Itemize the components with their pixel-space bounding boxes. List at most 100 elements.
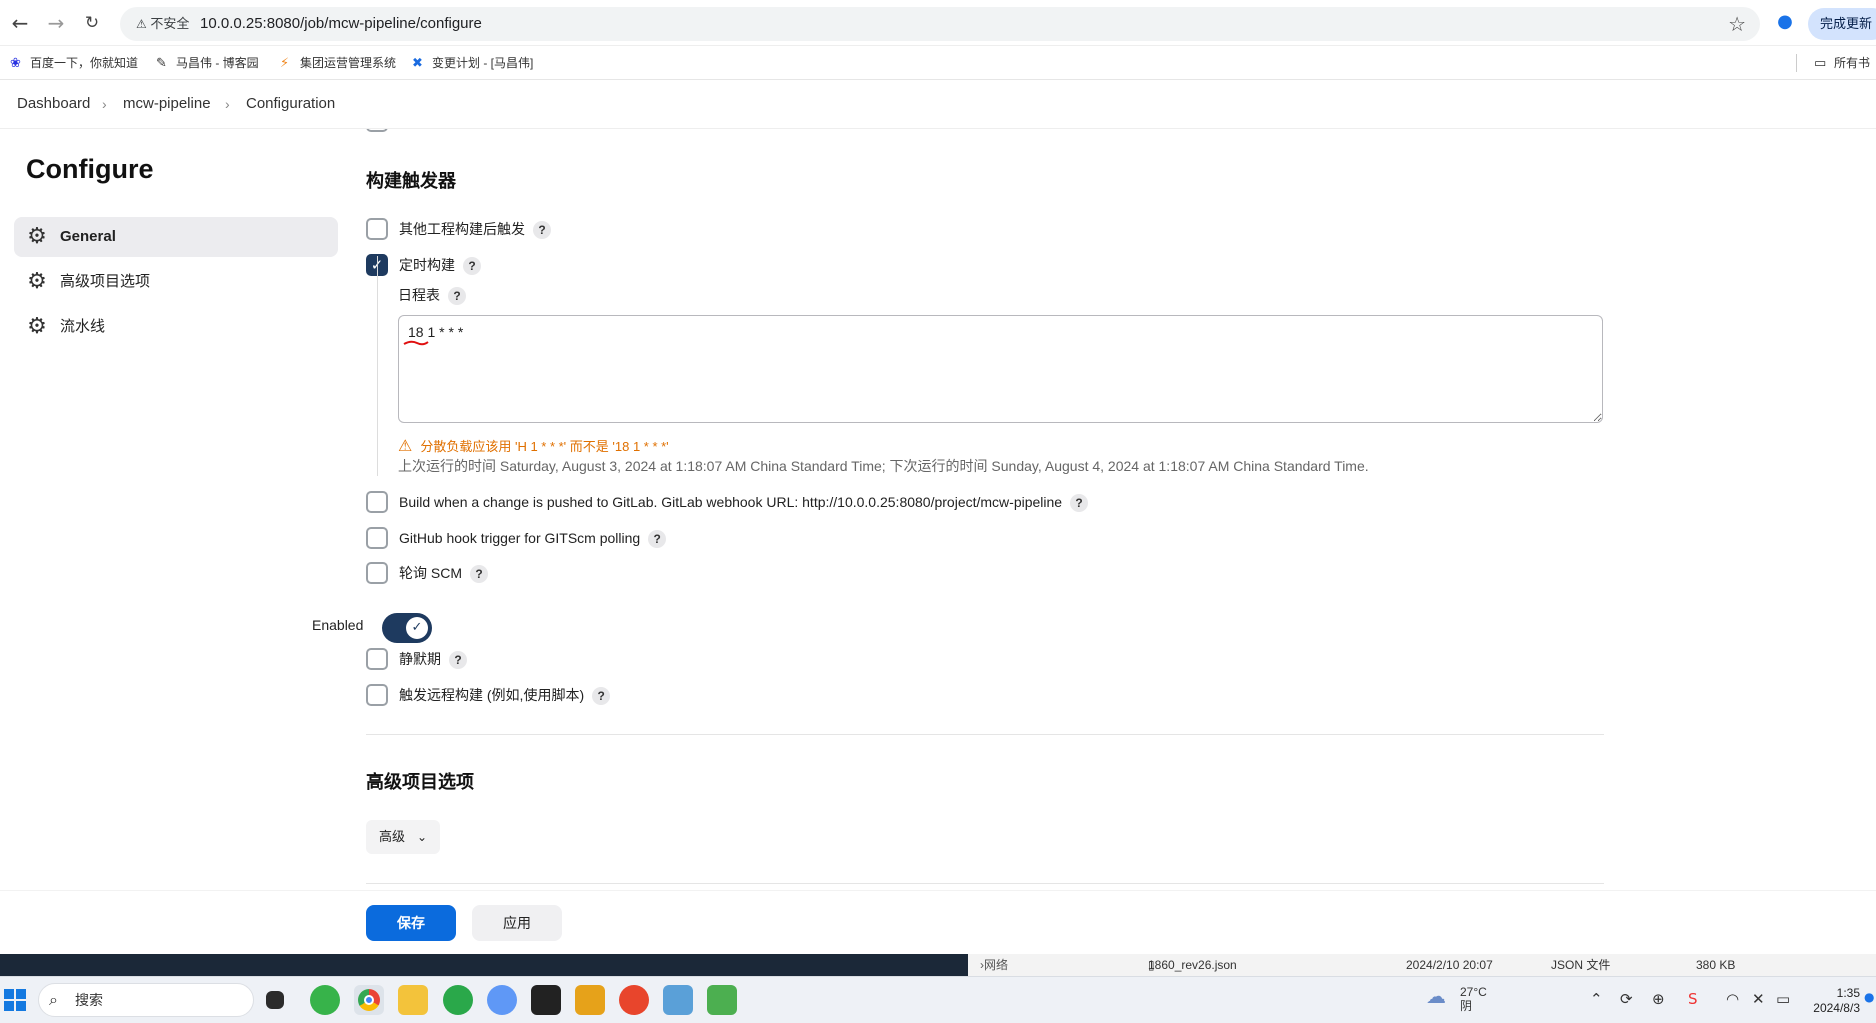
terminal-icon[interactable] xyxy=(531,985,561,1015)
bottom-action-bar: 保存 应用 xyxy=(0,890,1876,954)
help-icon[interactable]: ? xyxy=(1070,494,1089,513)
sogou-icon[interactable]: S xyxy=(1688,990,1698,1008)
save-button[interactable]: 保存 xyxy=(366,905,456,941)
tree-network-item[interactable]: › 网络 xyxy=(980,954,1008,976)
reload-icon[interactable]: ↻ xyxy=(79,10,105,36)
chevron-right-icon: › xyxy=(225,96,230,112)
scm-checkbox[interactable] xyxy=(366,562,388,584)
periodic-label: 定时构建 xyxy=(399,257,455,273)
bookmark-label: 百度一下，你就知道 xyxy=(30,56,139,70)
search-icon: ⌕ xyxy=(49,990,58,1009)
enabled-label: Enabled xyxy=(312,617,364,633)
breadcrumb-job[interactable]: mcw-pipeline xyxy=(123,80,211,128)
annotation-underline xyxy=(403,340,429,346)
all-bookmarks[interactable]: ▭ 所有书 xyxy=(1814,46,1870,80)
insecure-label: 不安全 xyxy=(150,16,190,31)
file-date: 2024/2/10 20:07 xyxy=(1406,958,1493,972)
nested-indent-line xyxy=(377,256,378,476)
battery-icon[interactable]: ▭ xyxy=(1776,990,1790,1008)
chrome-icon[interactable] xyxy=(354,985,384,1015)
bookmarks-bar: ❀ 百度一下，你就知道 ✎ 马昌伟 - 博客园 ⚡ 集团运营管理系统 ✖ 变更计划 - … xyxy=(0,46,1876,80)
sync-icon[interactable]: ⟳ xyxy=(1620,990,1633,1008)
help-icon[interactable]: ? xyxy=(448,287,466,306)
help-icon[interactable]: ? xyxy=(648,530,667,549)
insecure-chip[interactable]: ⚠ 不安全 xyxy=(128,13,197,35)
wifi-icon[interactable]: ◠ xyxy=(1726,990,1739,1008)
breadcrumb-configuration[interactable]: Configuration xyxy=(246,80,335,128)
system-clock[interactable]: 1:35 2024/8/3 xyxy=(1812,986,1860,1016)
apply-button[interactable]: 应用 xyxy=(472,905,562,941)
gitlab-checkbox[interactable] xyxy=(366,491,388,513)
help-icon[interactable]: ? xyxy=(449,651,467,670)
schedule-textarea[interactable]: 18 1 * * * xyxy=(398,315,1603,423)
monitor-icon[interactable] xyxy=(663,985,693,1015)
weather-desc: 阴 xyxy=(1460,999,1473,1013)
clock-date: 2024/8/3 xyxy=(1813,1001,1860,1015)
github-checkbox[interactable] xyxy=(366,527,388,549)
taskbar-search[interactable]: ⌕ 搜索 xyxy=(38,983,254,1017)
clock-time: 1:35 xyxy=(1836,986,1860,1000)
quiet-label: 静默期 xyxy=(399,651,441,667)
file-name-text: 1860_rev26.json xyxy=(1148,958,1237,972)
help-icon[interactable]: ? xyxy=(592,687,611,706)
chevron-up-icon[interactable]: ⌃ xyxy=(1590,990,1603,1008)
section-divider xyxy=(366,734,1604,735)
breadcrumb-dashboard[interactable]: Dashboard xyxy=(17,80,90,128)
volume-muted-icon[interactable]: ✕ xyxy=(1752,990,1765,1008)
sidebar-item-pipeline[interactable]: ⚙ 流水线 xyxy=(14,307,338,347)
bookmark-ops-system[interactable]: ⚡ 集团运营管理系统 xyxy=(280,46,396,80)
warning-icon: ⚠ xyxy=(398,436,413,455)
bookmark-baidu[interactable]: ❀ 百度一下，你就知道 xyxy=(10,46,138,80)
notification-icon[interactable]: ● xyxy=(1864,990,1874,1004)
section-title-advanced: 高级项目选项 xyxy=(366,772,474,792)
scm-label: 轮询 SCM xyxy=(399,565,462,581)
section-divider xyxy=(366,883,1604,884)
app-icon[interactable] xyxy=(619,985,649,1015)
bookmark-change-plan[interactable]: ✖ 变更计划 - [马昌伟] xyxy=(412,46,533,80)
sidebar-item-general[interactable]: ⚙ General xyxy=(14,217,338,257)
cloud-icon: ☁ xyxy=(1426,984,1446,1008)
bookmark-star-icon[interactable]: ☆ xyxy=(1728,12,1746,36)
sidebar-item-advanced[interactable]: ⚙ 高级项目选项 xyxy=(14,262,338,302)
browser-360-icon[interactable] xyxy=(443,985,473,1015)
app-icon[interactable] xyxy=(707,985,737,1015)
bookmark-cnblogs[interactable]: ✎ 马昌伟 - 博客园 xyxy=(156,46,259,80)
ops-system-icon: ⚡ xyxy=(280,56,290,71)
bookmark-label: 马昌伟 - 博客园 xyxy=(176,56,259,70)
back-icon[interactable]: ← xyxy=(7,10,33,36)
quiet-checkbox[interactable] xyxy=(366,648,388,670)
schedule-warning: ⚠ 分散负载应该用 'H 1 * * *' 而不是 '18 1 * * *' xyxy=(398,436,669,455)
browser-toolbar: ← → ↻ ⚠ 不安全 10.0.0.25:8080/job/mcw-pipel… xyxy=(0,0,1876,46)
file-explorer-icon[interactable] xyxy=(398,985,428,1015)
forward-icon[interactable]: → xyxy=(43,10,69,36)
task-view-icon[interactable] xyxy=(266,991,284,1009)
gear-icon: ⚙ xyxy=(27,314,47,339)
other-project-checkbox[interactable] xyxy=(366,218,388,240)
enabled-toggle[interactable]: ✓ xyxy=(382,613,432,643)
wechat-icon[interactable] xyxy=(310,985,340,1015)
other-project-label: 其他工程构建后触发 xyxy=(399,221,525,237)
remote-checkbox[interactable] xyxy=(366,684,388,706)
help-icon[interactable]: ? xyxy=(470,565,488,584)
gear-icon: ⚙ xyxy=(27,269,47,294)
advanced-button-label: 高级 xyxy=(379,829,406,844)
app-icon[interactable] xyxy=(575,985,605,1015)
section-title-triggers: 构建触发器 xyxy=(366,171,456,191)
schedule-label: 日程表? xyxy=(398,285,466,306)
app-icon[interactable] xyxy=(487,985,517,1015)
advanced-button[interactable]: 高级 ⌄ xyxy=(366,820,440,854)
sidebar-item-label: General xyxy=(60,228,116,245)
weather-temp: 27°C xyxy=(1460,985,1487,999)
input-method-icon[interactable]: ⊕ xyxy=(1652,990,1665,1008)
file-size: 380 KB xyxy=(1696,958,1736,972)
profile-icon[interactable]: ● xyxy=(1772,11,1798,35)
help-icon[interactable]: ? xyxy=(533,221,551,240)
url-text[interactable]: 10.0.0.25:8080/job/mcw-pipeline/configur… xyxy=(200,7,482,41)
background-file-explorer: › 网络 ▯ 1860_rev26.json 2024/2/10 20:07 J… xyxy=(968,954,1876,976)
chevron-down-icon: ⌄ xyxy=(416,830,427,844)
windows-start-icon[interactable] xyxy=(4,989,26,1011)
help-icon[interactable]: ? xyxy=(463,257,481,276)
schedule-label-text: 日程表 xyxy=(398,287,440,303)
address-bar[interactable]: ⚠ 不安全 10.0.0.25:8080/job/mcw-pipeline/co… xyxy=(120,7,1760,41)
update-button[interactable]: 完成更新 xyxy=(1808,8,1876,40)
